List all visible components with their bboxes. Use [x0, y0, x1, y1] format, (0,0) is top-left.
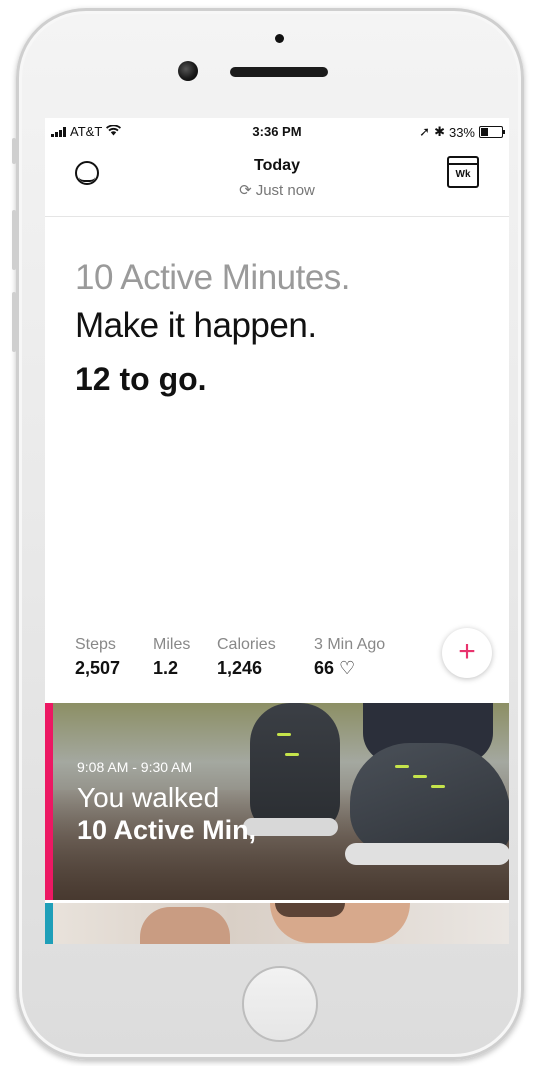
card-photo-arm — [140, 907, 230, 944]
sync-status[interactable]: ⟳ Just now — [45, 181, 509, 199]
add-button[interactable]: + — [442, 628, 492, 678]
sync-status-label: Just now — [255, 182, 315, 199]
front-camera — [178, 61, 198, 81]
app-header: Today ⟳ Just now Wk — [45, 144, 509, 217]
proximity-sensor — [275, 34, 284, 43]
card-photo-shoe — [350, 743, 509, 853]
heart-rate-value: 66 — [314, 658, 335, 678]
earpiece-speaker — [230, 67, 328, 77]
stat-value: 1.2 — [153, 658, 179, 678]
activity-accent-bar — [45, 703, 53, 900]
battery-percent: 33% — [448, 124, 475, 140]
bluetooth-icon: ✱ — [434, 124, 445, 139]
battery-icon — [479, 126, 505, 138]
volume-down-button — [12, 292, 16, 352]
card-photo-sole — [345, 843, 509, 865]
card-photo-sole — [243, 818, 338, 836]
status-right: ➚ ✱ 33% — [419, 124, 505, 140]
app-screen: AT&T 3:36 PM ➚ ✱ 33% Today ⟳ Just now Wk … — [45, 118, 509, 944]
stat-miles[interactable]: Miles 1.2 — [153, 636, 190, 679]
stat-steps[interactable]: Steps 2,507 — [75, 636, 120, 679]
sleep-accent-bar — [45, 903, 53, 944]
card-photo-lace — [277, 733, 291, 736]
card-photo-lace — [395, 765, 409, 768]
sync-icon: ⟳ — [239, 182, 252, 199]
location-icon: ➚ — [419, 124, 431, 139]
stat-label: Calories — [217, 636, 276, 653]
week-view-label: Wk — [455, 169, 471, 180]
mute-switch — [12, 138, 16, 164]
card-photo-lace — [285, 753, 299, 756]
stat-label: Steps — [75, 636, 116, 653]
goal-motivation: Make it happen. — [75, 306, 317, 345]
sleep-card[interactable] — [45, 903, 509, 944]
status-bar: AT&T 3:36 PM ➚ ✱ 33% — [45, 118, 509, 144]
activity-description: You walked — [77, 782, 220, 813]
card-photo-lace — [431, 785, 445, 788]
stat-value: 2,507 — [75, 658, 121, 678]
activity-summary: 10 Active Min, — [77, 815, 257, 845]
stat-calories[interactable]: Calories 1,246 — [217, 636, 276, 679]
page-title: Today — [254, 157, 300, 174]
goal-remaining: 12 to go. — [75, 361, 207, 397]
card-photo-hair — [275, 903, 345, 917]
stat-label: 3 Min Ago — [314, 636, 386, 653]
activity-time-range: 9:08 AM - 9:30 AM — [77, 759, 193, 775]
goal-headline: 10 Active Minutes. — [75, 258, 351, 297]
heart-icon: ♡ — [339, 658, 356, 678]
activity-card[interactable]: 9:08 AM - 9:30 AM You walked 10 Active M… — [45, 703, 509, 900]
week-view-button[interactable]: Wk — [447, 156, 479, 188]
card-photo-shoe — [250, 703, 340, 833]
home-button[interactable] — [242, 966, 318, 1042]
card-photo-lace — [413, 775, 427, 778]
stat-value: 66 ♡ — [314, 658, 385, 679]
stat-label: Miles — [153, 636, 191, 653]
volume-up-button — [12, 210, 16, 270]
stat-heart-rate[interactable]: 3 Min Ago 66 ♡ — [314, 636, 385, 679]
stat-value: 1,246 — [217, 658, 263, 678]
